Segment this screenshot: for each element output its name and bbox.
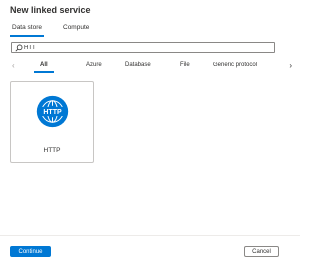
service-card-label: HTTP (43, 147, 61, 154)
filter-generic-protocol[interactable]: Generic protocol (213, 62, 281, 68)
footer-divider (0, 235, 300, 236)
continue-button[interactable]: Continue (10, 246, 51, 257)
tab-data-store[interactable]: Data store (10, 24, 44, 37)
http-logo-text: HTTP (43, 109, 62, 116)
chevron-left-icon[interactable]: ‹ (12, 62, 15, 70)
panel-title: New linked service (10, 5, 91, 15)
filter-all[interactable]: All (34, 62, 54, 73)
category-filter-bar: ‹ All Azure Database File Generic protoc… (10, 60, 292, 76)
search-box[interactable] (11, 42, 275, 53)
new-linked-service-panel: New linked service Data store Compute ‹ … (0, 0, 300, 258)
globe-icon: HTTP (36, 95, 69, 128)
filter-database[interactable]: Database (125, 62, 151, 68)
chevron-right-icon[interactable]: › (289, 62, 292, 70)
cancel-button[interactable]: Cancel (244, 246, 279, 257)
filter-file[interactable]: File (180, 62, 190, 68)
search-input[interactable] (24, 43, 264, 52)
filter-azure[interactable]: Azure (86, 62, 102, 68)
service-card-http[interactable]: HTTP HTTP (10, 81, 94, 163)
tab-compute[interactable]: Compute (63, 24, 89, 31)
search-icon (15, 44, 23, 52)
